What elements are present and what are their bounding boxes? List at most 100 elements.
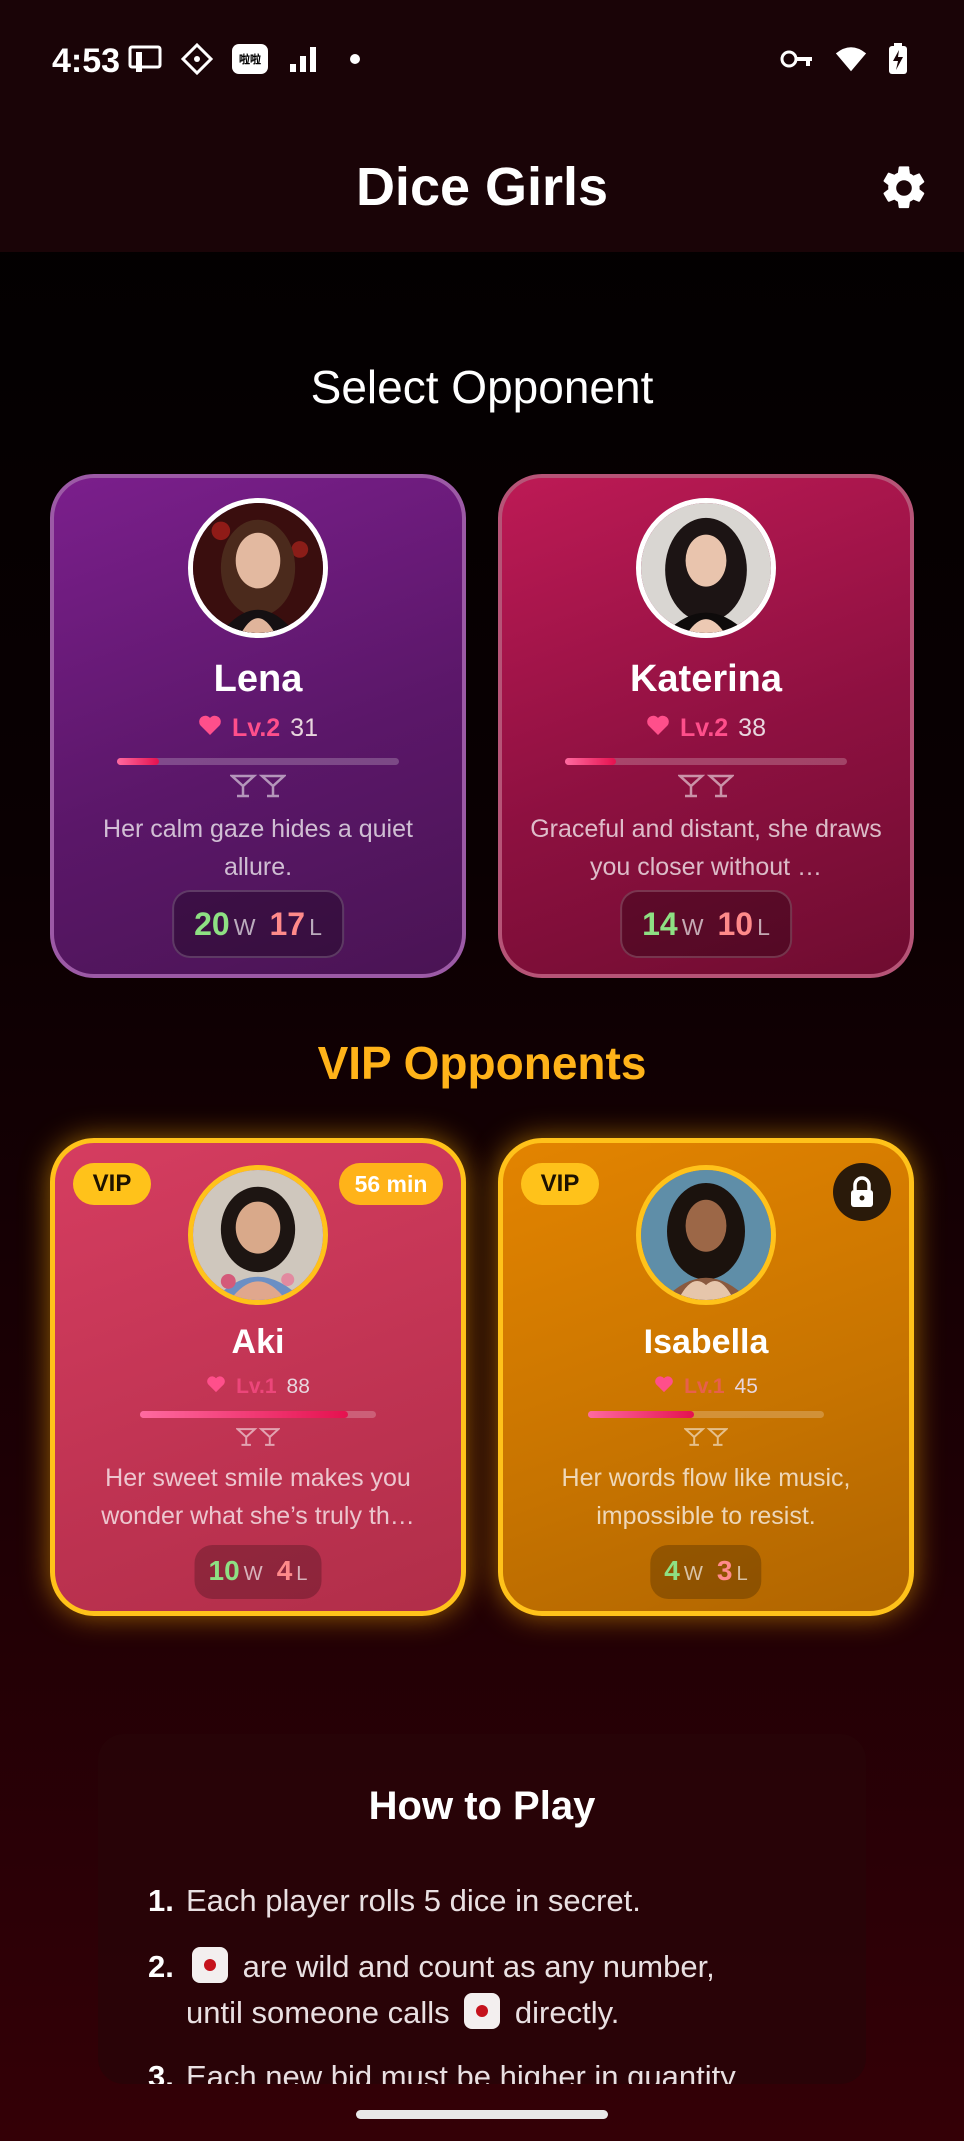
affection-progress-bar	[588, 1411, 824, 1418]
step-text: Each new bid must be higher in quantity	[186, 2059, 736, 2084]
wins-label: W	[681, 914, 704, 940]
wins-count: 20	[194, 906, 230, 942]
avatar	[188, 1165, 328, 1305]
affection-points: 45	[734, 1375, 758, 1398]
diamond-icon	[180, 43, 214, 75]
affection-points: 38	[738, 714, 766, 742]
step-text-b: until someone calls	[186, 1995, 450, 2030]
opponent-description: Graceful and distant, she draws you clos…	[528, 810, 884, 886]
opponent-description: Her calm gaze hides a quiet allure.	[80, 810, 436, 886]
avatar	[188, 498, 328, 638]
level-row: Lv.2 31	[54, 714, 462, 743]
wins-count: 10	[208, 1555, 240, 1586]
rule-step-1: 1. Each player rolls 5 dice in secret.	[148, 1878, 828, 1924]
opponent-description-text: Graceful and distant, she draws you clos…	[530, 815, 882, 881]
dice-one-icon	[192, 1947, 228, 1983]
heart-icon	[206, 1375, 226, 1399]
affection-progress-bar	[140, 1411, 376, 1418]
opponent-description-text: Her sweet smile makes you wonder what sh…	[101, 1464, 415, 1530]
losses-count: 3	[716, 1555, 733, 1586]
rule-step-3: 3. Each new bid must be higher in quanti…	[148, 2054, 828, 2084]
losses-count: 10	[717, 906, 754, 942]
cast-icon	[128, 44, 162, 74]
step-text-a: are wild and count as any number,	[242, 1949, 715, 1984]
vip-card-isabella[interactable]: VIP Isabella Lv.1 45 Her words flow like…	[498, 1138, 914, 1616]
avatar	[636, 498, 776, 638]
rule-step-2: 2. are wild and count as any number, unt…	[148, 1944, 828, 2036]
dice-one-icon	[464, 1993, 501, 2029]
affection-progress-fill	[117, 758, 160, 765]
win-loss-record: 20 W 17 L	[172, 890, 344, 958]
step-number: 3.	[148, 2059, 174, 2084]
step-number: 2.	[148, 1949, 174, 1984]
vip-card-aki[interactable]: VIP 56 min Aki Lv.1 88 Her sweet smile m…	[50, 1138, 466, 1616]
opponent-name: Isabella	[643, 1323, 769, 1361]
battery-charging-icon	[888, 43, 908, 74]
wins-label: W	[233, 914, 256, 940]
signal-icon	[286, 44, 320, 74]
heart-icon	[646, 714, 670, 743]
timer-badge: 56 min	[339, 1163, 443, 1205]
app-badge-icon: 啦啦	[232, 44, 268, 74]
opponent-description-text: Her calm gaze hides a quiet allure.	[103, 815, 413, 881]
losses-count: 4	[276, 1555, 293, 1586]
win-loss-record: 10 W 4L	[194, 1545, 322, 1599]
opponent-name: Aki	[231, 1323, 285, 1361]
wins-label: W	[243, 1563, 263, 1585]
win-loss-record: 14 W 10 L	[620, 890, 792, 958]
wifi-icon	[834, 44, 868, 74]
vip-badge: VIP	[521, 1163, 599, 1205]
level-label: Lv.2	[232, 714, 281, 742]
affection-progress-bar	[565, 758, 847, 765]
cocktail-glasses-icon	[684, 1427, 728, 1447]
level-row: Lv.2 38	[502, 714, 910, 743]
status-bar: 4:53 啦啦	[0, 0, 964, 120]
cocktail-glasses-icon	[678, 774, 734, 798]
app-bar: Dice Girls	[0, 120, 964, 252]
affection-points: 31	[290, 714, 318, 742]
losses-count: 17	[269, 906, 306, 942]
dot-icon	[338, 44, 372, 74]
status-time: 4:53	[52, 42, 121, 80]
wins-count: 4	[664, 1555, 680, 1586]
vip-opponents-title: VIP Opponents	[317, 1037, 647, 1089]
heart-icon	[654, 1375, 674, 1399]
level-label: Lv.1	[236, 1375, 277, 1398]
gear-icon[interactable]	[878, 162, 930, 214]
losses-label: L	[757, 914, 770, 940]
win-loss-record: 4W 3L	[650, 1545, 762, 1599]
how-to-play-title: How to Play	[368, 1784, 596, 1828]
level-label: Lv.2	[680, 714, 729, 742]
heart-icon	[198, 714, 222, 743]
cocktail-glasses-icon	[236, 1427, 280, 1447]
losses-label: L	[309, 914, 322, 940]
app-title: Dice Girls	[355, 157, 609, 217]
status-icons-right	[780, 43, 908, 74]
level-row: Lv.1 88	[55, 1375, 461, 1399]
affection-progress-fill	[588, 1411, 695, 1418]
losses-label: L	[296, 1563, 308, 1585]
home-indicator[interactable]	[356, 2110, 608, 2119]
opponent-card-lena[interactable]: Lena Lv.2 31 Her calm gaze hides a quiet…	[50, 474, 466, 978]
step-number: 1.	[148, 1883, 174, 1918]
opponent-description: Her words flow like music, impossible to…	[529, 1459, 883, 1535]
select-opponent-title: Select Opponent	[310, 361, 654, 413]
opponent-card-katerina[interactable]: Katerina Lv.2 38 Graceful and distant, s…	[498, 474, 914, 978]
wins-label: W	[683, 1563, 703, 1585]
vpn-key-icon	[780, 44, 814, 74]
opponent-name: Lena	[213, 658, 303, 700]
how-to-play-panel[interactable]: How to Play 1. Each player rolls 5 dice …	[98, 1734, 866, 2084]
affection-points: 88	[286, 1375, 310, 1398]
status-icons-left: 啦啦	[128, 43, 372, 75]
vip-badge: VIP	[73, 1163, 151, 1205]
affection-progress-bar	[117, 758, 399, 765]
affection-progress-fill	[565, 758, 616, 765]
affection-progress-fill	[140, 1411, 348, 1418]
app-badge-text: 啦啦	[239, 54, 261, 66]
opponent-name: Katerina	[629, 658, 783, 700]
losses-label: L	[736, 1563, 748, 1585]
level-label: Lv.1	[684, 1375, 725, 1398]
opponent-description-text: Her words flow like music, impossible to…	[561, 1464, 851, 1530]
lock-icon	[833, 1163, 891, 1221]
opponent-description: Her sweet smile makes you wonder what sh…	[81, 1459, 435, 1535]
